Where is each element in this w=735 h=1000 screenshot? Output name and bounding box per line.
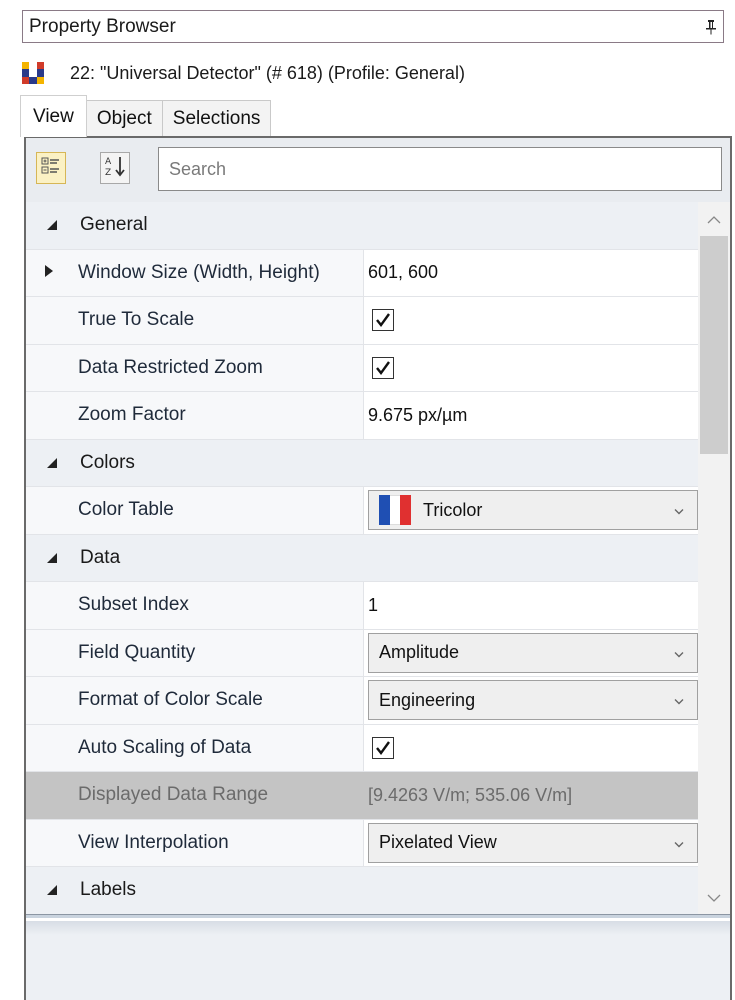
- vertical-scrollbar[interactable]: [698, 202, 730, 914]
- property-value[interactable]: 9.675 px/µm: [364, 392, 698, 439]
- object-header: 22: "Universal Detector" (# 618) (Profil…: [22, 56, 465, 90]
- window-title: Property Browser: [29, 15, 176, 37]
- category-labels[interactable]: Labels: [26, 867, 698, 914]
- property-name: View Interpolation: [26, 819, 364, 866]
- property-panel: A Z General Window S: [24, 136, 732, 1000]
- chevron-down-icon: [673, 690, 685, 711]
- property-name: Data Restricted Zoom: [26, 344, 364, 391]
- category-label: General: [80, 214, 148, 236]
- detector-icon: [22, 62, 44, 84]
- category-label: Data: [80, 546, 121, 568]
- category-general[interactable]: General: [26, 202, 698, 250]
- category-colors[interactable]: Colors: [26, 439, 698, 487]
- format-color-scale-dropdown[interactable]: Engineering: [368, 680, 698, 721]
- dropdown-value: Amplitude: [379, 642, 460, 663]
- property-name: True To Scale: [26, 297, 364, 344]
- chevron-down-icon: [673, 642, 685, 663]
- property-row-field-quantity[interactable]: Field Quantity Amplitude: [26, 629, 698, 677]
- property-name: Color Table: [26, 487, 364, 534]
- category-label: Colors: [80, 451, 135, 473]
- property-row-displayed-data-range[interactable]: Displayed Data Range [9.4263 V/m; 535.06…: [26, 772, 698, 820]
- svg-text:Z: Z: [105, 168, 111, 178]
- object-label: 22: "Universal Detector" (# 618) (Profil…: [70, 62, 465, 83]
- color-table-dropdown[interactable]: Tricolor: [368, 490, 698, 531]
- property-row-subset-index[interactable]: Subset Index 1: [26, 582, 698, 630]
- property-row-zoom-factor[interactable]: Zoom Factor 9.675 px/µm: [26, 392, 698, 440]
- category-label: Labels: [80, 879, 136, 901]
- tab-selections[interactable]: Selections: [161, 100, 272, 136]
- sort-alphabetical-icon: A Z: [104, 154, 126, 183]
- description-pane: [26, 914, 730, 1000]
- chevron-down-icon: [673, 500, 685, 521]
- property-name: Subset Index: [26, 582, 364, 629]
- property-row-view-interpolation[interactable]: View Interpolation Pixelated View: [26, 819, 698, 867]
- property-row-color-table[interactable]: Color Table Tricolor: [26, 487, 698, 535]
- tab-view[interactable]: View: [20, 95, 87, 137]
- scrollbar-thumb[interactable]: [700, 236, 728, 454]
- property-value: [9.4263 V/m; 535.06 V/m]: [364, 772, 698, 819]
- property-browser-titlebar: Property Browser: [22, 10, 724, 43]
- collapse-triangle-icon[interactable]: [46, 219, 80, 231]
- property-row-true-to-scale[interactable]: True To Scale: [26, 297, 698, 345]
- property-name: Zoom Factor: [26, 392, 364, 439]
- tricolor-swatch-icon: [379, 495, 412, 526]
- property-value[interactable]: 601, 600: [364, 250, 698, 297]
- dropdown-value: Pixelated View: [379, 832, 497, 853]
- property-row-data-restricted-zoom[interactable]: Data Restricted Zoom: [26, 344, 698, 392]
- property-name: Field Quantity: [26, 629, 364, 676]
- property-name: Displayed Data Range: [26, 772, 364, 819]
- true-to-scale-checkbox[interactable]: [372, 309, 394, 332]
- property-value[interactable]: 1: [364, 582, 698, 629]
- toolbar: A Z: [26, 138, 730, 202]
- property-name: Auto Scaling of Data: [26, 724, 364, 771]
- categorized-view-button[interactable]: [36, 152, 66, 184]
- chevron-up-icon[interactable]: [698, 208, 730, 232]
- chevron-down-icon: [673, 832, 685, 853]
- categorized-view-icon: [41, 156, 61, 181]
- data-restricted-zoom-checkbox[interactable]: [372, 356, 394, 379]
- tab-object[interactable]: Object: [85, 100, 163, 136]
- alphabetical-sort-button[interactable]: A Z: [100, 152, 130, 184]
- collapse-triangle-icon[interactable]: [46, 884, 80, 896]
- view-interpolation-dropdown[interactable]: Pixelated View: [368, 822, 698, 863]
- tab-strip: View Object Selections: [20, 95, 272, 137]
- chevron-down-icon[interactable]: [698, 886, 730, 910]
- expand-triangle-icon[interactable]: [44, 262, 54, 284]
- auto-scaling-checkbox[interactable]: [372, 736, 394, 759]
- property-row-window-size[interactable]: Window Size (Width, Height) 601, 600: [26, 249, 698, 297]
- collapse-triangle-icon[interactable]: [46, 552, 80, 564]
- collapse-triangle-icon[interactable]: [46, 457, 80, 469]
- property-row-format-color-scale[interactable]: Format of Color Scale Engineering: [26, 677, 698, 725]
- property-row-auto-scaling[interactable]: Auto Scaling of Data: [26, 724, 698, 772]
- property-name: Format of Color Scale: [26, 677, 364, 724]
- property-name: Window Size (Width, Height): [78, 261, 320, 283]
- category-data[interactable]: Data: [26, 534, 698, 582]
- search-input[interactable]: [158, 147, 722, 191]
- pin-icon[interactable]: [699, 11, 723, 42]
- property-grid: General Window Size (Width, Height) 601,…: [26, 202, 698, 914]
- dropdown-value: Engineering: [379, 689, 476, 710]
- svg-text:A: A: [105, 157, 112, 167]
- dropdown-value: Tricolor: [423, 499, 483, 520]
- field-quantity-dropdown[interactable]: Amplitude: [368, 632, 698, 673]
